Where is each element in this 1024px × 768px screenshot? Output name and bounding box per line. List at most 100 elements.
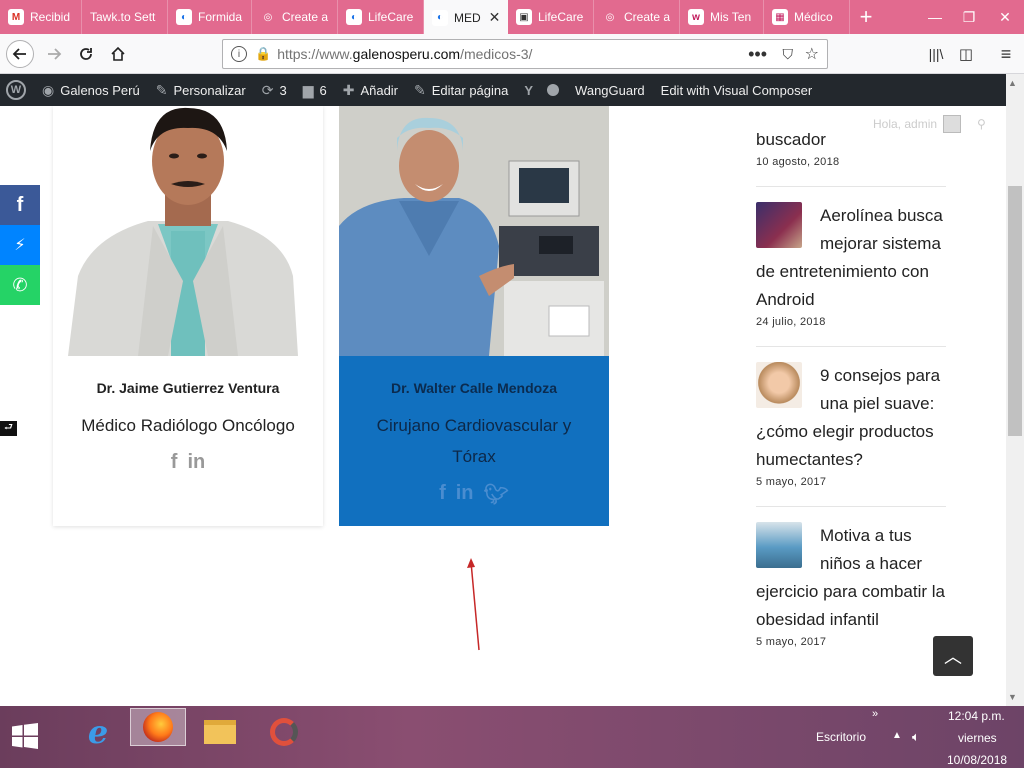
new-tab-button[interactable]: + [852, 0, 880, 34]
reload-button[interactable] [72, 40, 100, 68]
page-actions-icon[interactable]: ••• [748, 44, 767, 65]
messenger-share-button[interactable]: ⚡︎ [0, 225, 40, 265]
doctor-card: Dr. Jaime Gutierrez Ventura Médico Radió… [53, 106, 323, 526]
tab-label: Create a [282, 10, 329, 24]
recent-post[interactable]: buscador 10 agosto, 2018 [756, 126, 946, 168]
updates-count: 3 [279, 82, 287, 98]
browser-tab[interactable]: M Recibid [0, 0, 82, 34]
doctor-specialty: Cirujano Cardiovascular y Tórax [339, 410, 609, 472]
visual-composer-link[interactable]: Edit with Visual Composer [653, 74, 821, 106]
divider [756, 506, 946, 507]
minimize-button[interactable]: — [918, 0, 952, 34]
post-thumbnail[interactable] [756, 202, 802, 248]
pocket-icon[interactable]: ⛉ [783, 46, 794, 63]
browser-tab[interactable]: ▣ LifeCare [508, 0, 594, 34]
browser-tab[interactable]: ◐ MED ✕ [424, 0, 508, 35]
wangguard-link[interactable]: WangGuard [567, 74, 653, 106]
tab-favicon-icon: ◎ [260, 9, 276, 25]
reload-icon [80, 48, 92, 60]
windows-logo-icon [12, 723, 38, 749]
tab-favicon-icon: ◐ [432, 9, 448, 26]
search-icon[interactable]: ⚲ [977, 117, 986, 131]
doctor-specialty: Médico Radiólogo Oncólogo [81, 416, 295, 435]
scroll-down-arrow-icon[interactable]: ▼ [1008, 692, 1017, 702]
browser-tab[interactable]: w Mis Ten [680, 0, 764, 34]
desktop-toolbar-label[interactable]: Escritorio [816, 730, 866, 744]
tab-label: Médico [794, 10, 833, 24]
tab-label: Recibid [30, 10, 71, 24]
browser-tab[interactable]: ◐ Formida [168, 0, 252, 34]
browser-tab[interactable]: ▦ Médico [764, 0, 850, 34]
tray-arrow-icon[interactable]: ▲ [892, 730, 902, 741]
forward-button[interactable] [40, 40, 68, 68]
home-button[interactable] [104, 40, 132, 68]
firefox-taskbar-button[interactable] [130, 708, 186, 746]
page-content: Dr. Jaime Gutierrez Ventura Médico Radió… [0, 106, 1006, 706]
browser-tab[interactable]: Tawk.to Sett [82, 0, 168, 34]
post-thumbnail[interactable] [756, 522, 802, 568]
post-date: 5 mayo, 2017 [756, 476, 827, 488]
forward-arrow-icon [48, 48, 62, 60]
close-tab-icon[interactable]: ✕ [489, 9, 501, 26]
show-hidden-icons-button[interactable]: » [872, 708, 878, 720]
wp-logo-button[interactable]: W [0, 74, 34, 106]
post-date: 5 mayo, 2017 [756, 636, 827, 648]
tab-favicon-icon: ▣ [516, 9, 532, 25]
scrollbar-thumb[interactable] [1008, 186, 1022, 436]
whatsapp-share-button[interactable]: ✆ [0, 265, 40, 305]
updates-link[interactable]: ⟳ 3 [254, 74, 295, 106]
file-explorer-taskbar-button[interactable] [194, 712, 246, 752]
twitter-icon[interactable]: 🐦︎ [484, 482, 509, 507]
yoast-seo-button[interactable]: Y [516, 74, 567, 106]
bookmark-star-icon[interactable]: ☆ [805, 44, 819, 64]
screen-recorder-taskbar-button[interactable] [258, 712, 310, 752]
tab-label: LifeCare [538, 10, 584, 24]
clock-day[interactable]: viernes [958, 731, 997, 745]
recent-post[interactable]: Motiva a tus niños a hacer ejercicio par… [756, 522, 946, 648]
facebook-icon: f [16, 193, 24, 216]
post-thumbnail[interactable] [756, 362, 802, 408]
scroll-up-arrow-icon[interactable]: ▲ [1008, 78, 1017, 88]
post-title[interactable]: buscador [756, 126, 946, 154]
browser-tab[interactable]: ◎ Create a [594, 0, 680, 34]
recent-post[interactable]: 9 consejos para una piel suave: ¿cómo el… [756, 362, 946, 488]
back-to-top-button[interactable]: ︿ [933, 636, 973, 676]
browser-navbar: i 🔒 https://www.galenosperu.com/medicos-… [0, 34, 1024, 74]
sidebar-button[interactable]: ◫ [952, 40, 980, 68]
share-toggle-button[interactable]: ⮐ [0, 421, 17, 436]
add-new-link[interactable]: ✚ Añadir [335, 74, 406, 106]
recorder-icon [270, 718, 298, 746]
linkedin-icon[interactable]: in [456, 482, 474, 507]
facebook-icon[interactable]: f [171, 451, 178, 474]
browser-tab-bar: + — ❐ ✕ M Recibid Tawk.to Sett ◐ Formida ◎ Cre… [0, 0, 1024, 35]
start-button[interactable] [0, 716, 50, 756]
facebook-icon[interactable]: f [439, 482, 446, 507]
clock-time[interactable]: 12:04 p.m. [948, 709, 1005, 723]
lock-icon: 🔒 [255, 46, 272, 61]
divider [756, 186, 946, 187]
library-icon: |||\ [928, 46, 944, 62]
post-date: 24 julio, 2018 [756, 316, 826, 328]
edit-page-link[interactable]: ✎ Editar página [406, 74, 516, 106]
internet-explorer-taskbar-button[interactable]: e [72, 712, 124, 752]
library-button[interactable]: |||\ [922, 40, 950, 68]
linkedin-icon[interactable]: in [187, 451, 205, 474]
doctor-specialty-line: Cirujano Cardiovascular y [376, 416, 572, 435]
close-window-button[interactable]: ✕ [986, 0, 1024, 34]
doctor-portrait-image [53, 106, 323, 356]
browser-tab[interactable]: ◐ LifeCare [338, 0, 424, 34]
url-bar[interactable]: i 🔒 https://www.galenosperu.com/medicos-… [222, 39, 828, 69]
restore-button[interactable]: ❐ [952, 0, 986, 34]
clock-date[interactable]: 10/08/2018 [947, 753, 1007, 767]
info-icon[interactable]: i [231, 46, 247, 62]
facebook-share-button[interactable]: f [0, 185, 40, 225]
back-button[interactable] [6, 40, 34, 68]
volume-icon[interactable]: 🔈︎ [912, 729, 920, 745]
browser-tab[interactable]: ◎ Create a [252, 0, 338, 34]
doctor-name: Dr. Jaime Gutierrez Ventura [96, 380, 280, 396]
menu-button[interactable]: ≡ [992, 40, 1020, 68]
site-name-link[interactable]: ◉ Galenos Perú [34, 74, 148, 106]
customize-link[interactable]: ✎ Personalizar [148, 74, 254, 106]
recent-post[interactable]: Aerolínea busca mejorar sistema de entre… [756, 202, 946, 328]
comments-link[interactable]: ▆ 6 [295, 74, 335, 106]
